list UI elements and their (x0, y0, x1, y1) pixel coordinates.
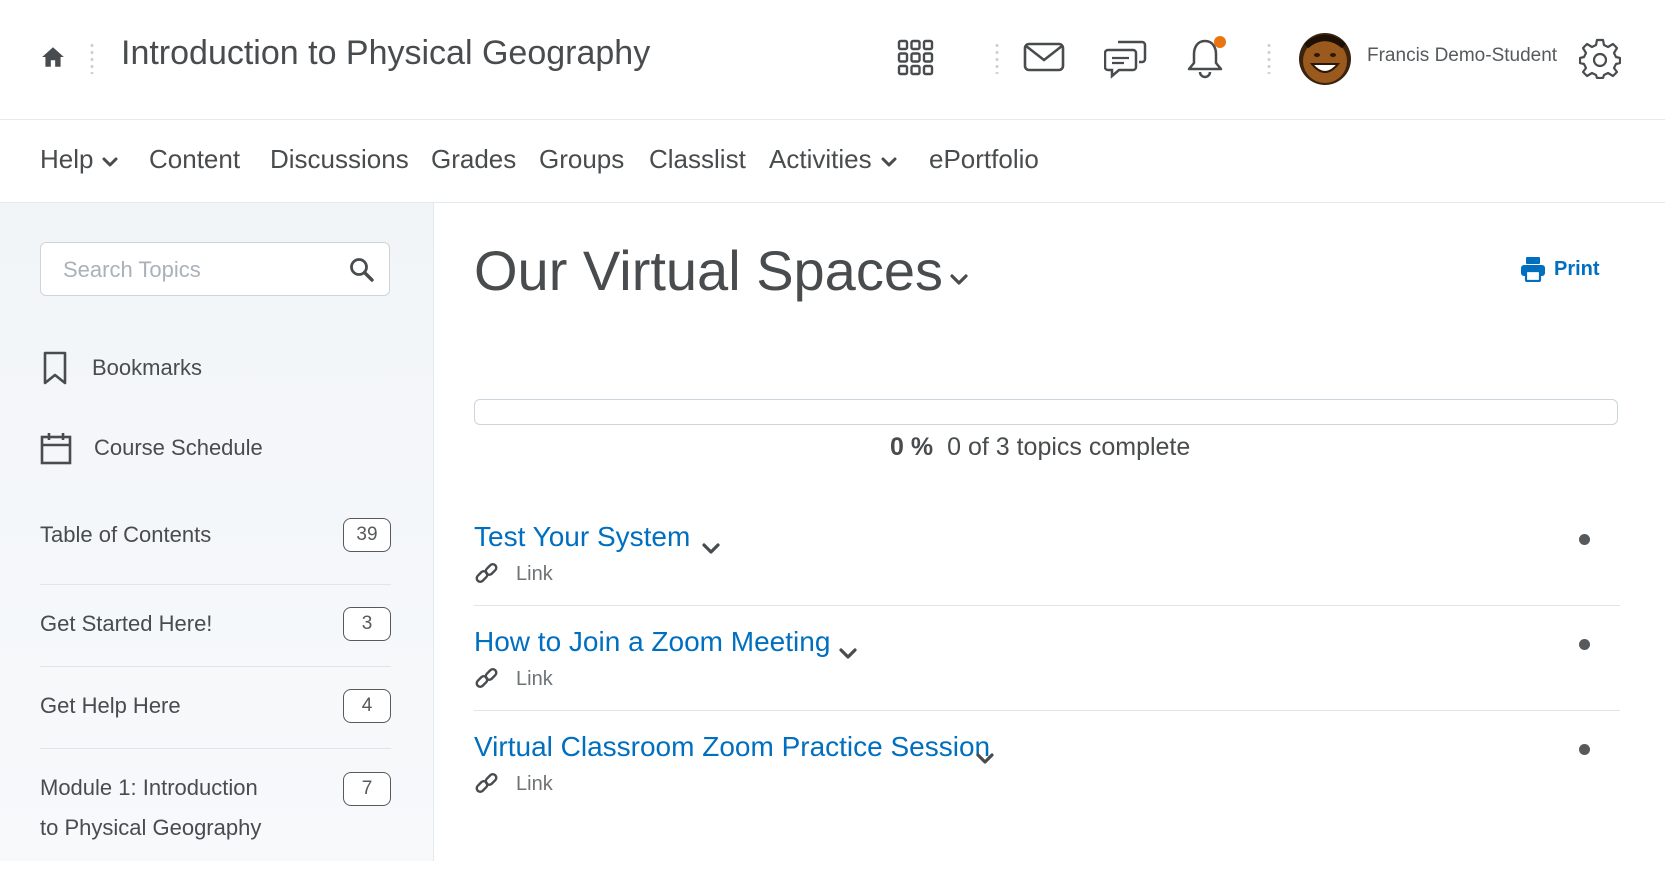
topic-row: Test Your System Link (474, 501, 1620, 606)
topic-row: Virtual Classroom Zoom Practice Session … (474, 711, 1620, 815)
chevron-down-icon (102, 157, 118, 166)
progress-count: 0 of 3 topics complete (947, 433, 1191, 461)
search-icon[interactable] (349, 257, 375, 283)
link-icon (475, 773, 498, 793)
chevron-down-icon[interactable] (948, 272, 970, 286)
toc-item-label: Module 1: Introduction to Physical Geogr… (40, 775, 262, 840)
course-title[interactable]: Introduction to Physical Geography (121, 34, 650, 73)
header-divider (1267, 42, 1271, 74)
page-title: Our Virtual Spaces (474, 239, 943, 302)
nav-eportfolio[interactable]: ePortfolio (929, 144, 1039, 175)
topic-type-label: Link (516, 562, 553, 585)
nav-content[interactable]: Content (149, 144, 240, 175)
toc-count-badge: 4 (343, 689, 391, 723)
nav-discussions[interactable]: Discussions (270, 144, 409, 175)
completion-indicator (1579, 639, 1590, 650)
header-divider (90, 42, 94, 74)
search-topics (40, 242, 390, 296)
toc-count-badge: 3 (343, 607, 391, 641)
nav-help[interactable]: Help (40, 144, 119, 175)
course-schedule-label: Course Schedule (94, 435, 263, 460)
topic-type-label: Link (516, 772, 553, 795)
topic-row: How to Join a Zoom Meeting Link (474, 606, 1620, 711)
toc-item[interactable]: Get Started Here! 3 (40, 585, 391, 667)
printer-icon (1521, 257, 1545, 282)
nav-groups[interactable]: Groups (539, 144, 624, 175)
chat-icon[interactable] (1104, 37, 1147, 79)
search-input[interactable] (61, 255, 335, 285)
top-header: Introduction to Physical Geography Franc… (0, 0, 1665, 120)
toc-item-label: Get Started Here! (40, 611, 213, 636)
nav-grades[interactable]: Grades (431, 144, 516, 175)
toc-item[interactable]: Module 1: Introduction to Physical Geogr… (40, 749, 391, 869)
avatar[interactable] (1296, 28, 1354, 86)
bookmarks-label: Bookmarks (92, 355, 203, 380)
completion-indicator (1579, 744, 1590, 755)
user-name[interactable]: Francis Demo-Student (1367, 45, 1557, 67)
topic-title-link[interactable]: Test Your System (474, 521, 690, 553)
topic-type: Link (474, 561, 553, 587)
calendar-icon (40, 433, 72, 465)
content-sidebar: Bookmarks Course Schedule Table of Conte… (0, 203, 434, 861)
home-icon[interactable] (40, 44, 66, 70)
topic-type: Link (474, 771, 553, 797)
nav-activities[interactable]: Activities (769, 144, 898, 175)
topic-title-link[interactable]: How to Join a Zoom Meeting (474, 626, 830, 658)
bookmarks-link[interactable]: Bookmarks (40, 350, 202, 386)
topic-type-label: Link (516, 667, 553, 690)
chevron-down-icon[interactable] (974, 751, 996, 765)
course-navbar: Help Content Discussions Grades Groups C… (0, 120, 1665, 203)
toc-count-badge: 39 (343, 518, 391, 552)
toc-list: Table of Contents 39 Get Started Here! 3… (40, 503, 391, 869)
chevron-down-icon[interactable] (700, 541, 722, 555)
chevron-down-icon (881, 157, 897, 166)
toc-item-label: Get Help Here (40, 693, 181, 718)
progress-percent: 0 % (890, 433, 934, 461)
header-divider (995, 42, 999, 74)
nav-classlist[interactable]: Classlist (649, 144, 746, 175)
gear-icon[interactable] (1579, 37, 1621, 79)
course-schedule-link[interactable]: Course Schedule (40, 431, 263, 465)
progress-bar (474, 399, 1618, 425)
toc-item-label: Table of Contents (40, 522, 212, 547)
toc-item[interactable]: Get Help Here 4 (40, 667, 391, 749)
print-label: Print (1554, 257, 1600, 280)
toc-item[interactable]: Table of Contents 39 (40, 503, 391, 585)
print-button[interactable]: Print (1520, 256, 1600, 282)
mail-icon[interactable] (1023, 41, 1065, 73)
topic-title-link[interactable]: Virtual Classroom Zoom Practice Session (474, 731, 990, 763)
waffle-grid-icon[interactable] (897, 39, 934, 76)
bookmark-icon (43, 351, 67, 385)
link-icon (475, 563, 498, 583)
topic-type: Link (474, 666, 553, 692)
link-icon (475, 668, 498, 688)
notification-badge (1214, 36, 1226, 48)
toc-count-badge: 7 (343, 772, 391, 806)
completion-indicator (1579, 534, 1590, 545)
progress-summary: 0 % 0 of 3 topics complete (890, 433, 1190, 462)
chevron-down-icon[interactable] (837, 646, 859, 660)
